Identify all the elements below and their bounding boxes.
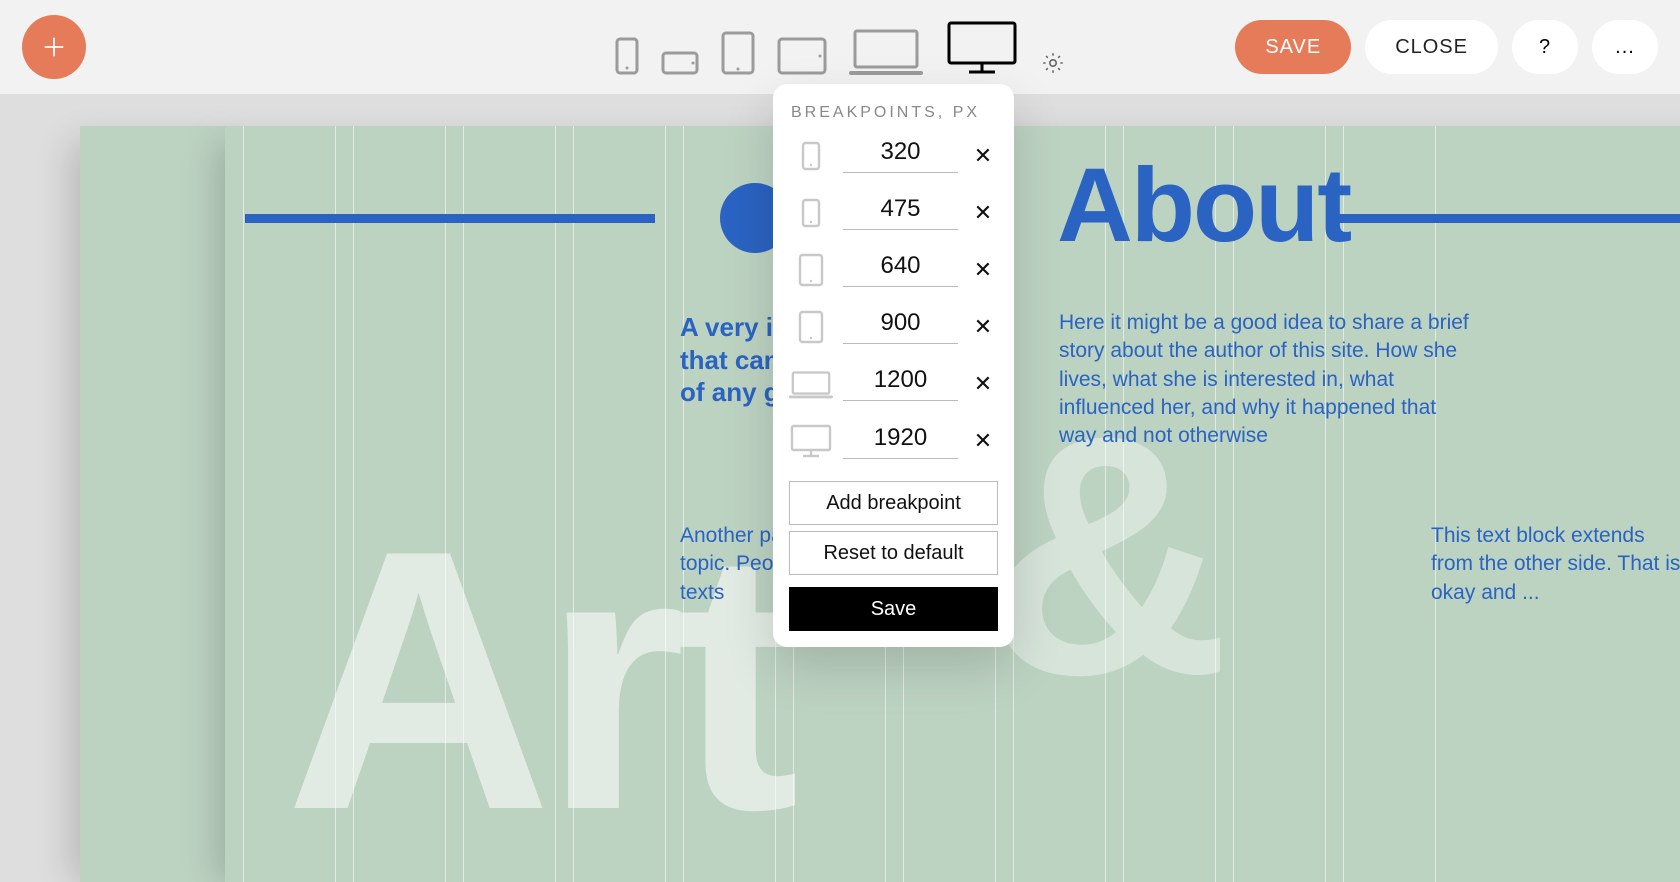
reset-breakpoints-button[interactable]: Reset to default — [789, 531, 998, 575]
paragraph-right[interactable]: This text block extends from the other s… — [1431, 522, 1680, 607]
help-button[interactable]: ? — [1512, 20, 1578, 74]
delete-breakpoint-button[interactable]: ✕ — [968, 428, 998, 454]
breakpoint-value-input[interactable] — [843, 195, 958, 230]
breakpoint-row: ✕ — [789, 138, 998, 173]
story-text[interactable]: Here it might be a good idea to share a … — [1059, 309, 1479, 451]
close-button[interactable]: CLOSE — [1365, 20, 1498, 74]
delete-breakpoint-button[interactable]: ✕ — [968, 371, 998, 397]
breakpoints-panel: BREAKPOINTS, PX ✕ ✕ ✕ ✕ ✕ ✕ Add breakpoint Re… — [773, 84, 1014, 647]
breakpoint-row: ✕ — [789, 366, 998, 401]
phone-portrait-icon — [789, 198, 833, 228]
breakpoint-row: ✕ — [789, 423, 998, 459]
laptop-icon — [789, 369, 833, 399]
device-tablet-portrait[interactable] — [721, 31, 755, 75]
add-breakpoint-button[interactable]: Add breakpoint — [789, 481, 998, 525]
breakpoint-row: ✕ — [789, 195, 998, 230]
breakpoint-row: ✕ — [789, 309, 998, 344]
device-desktop-active[interactable] — [945, 19, 1019, 75]
breakpoint-value-input[interactable] — [843, 309, 958, 344]
device-phone-landscape[interactable] — [661, 51, 699, 75]
about-heading[interactable]: About — [1057, 146, 1350, 266]
device-switcher — [615, 19, 1065, 75]
add-button[interactable] — [22, 15, 86, 79]
breakpoint-value-input[interactable] — [843, 138, 958, 173]
plus-icon — [40, 33, 68, 61]
save-breakpoints-button[interactable]: Save — [789, 587, 998, 631]
desktop-icon — [789, 423, 833, 459]
divider-line-right — [1336, 214, 1680, 223]
toolbar: SAVE CLOSE ? ... — [0, 0, 1680, 94]
device-tablet-landscape[interactable] — [777, 37, 827, 75]
delete-breakpoint-button[interactable]: ✕ — [968, 257, 998, 283]
delete-breakpoint-button[interactable]: ✕ — [968, 143, 998, 169]
divider-line-left — [245, 214, 655, 223]
tablet-portrait-icon — [789, 310, 833, 344]
device-phone-portrait[interactable] — [615, 37, 639, 75]
gear-icon — [1041, 51, 1065, 75]
save-button[interactable]: SAVE — [1235, 20, 1351, 74]
delete-breakpoint-button[interactable]: ✕ — [968, 314, 998, 340]
breakpoints-list: ✕ ✕ ✕ ✕ ✕ ✕ — [789, 138, 998, 459]
breakpoint-row: ✕ — [789, 252, 998, 287]
phone-portrait-icon — [789, 141, 833, 171]
breakpoint-value-input[interactable] — [843, 366, 958, 401]
toolbar-right: SAVE CLOSE ? ... — [1235, 20, 1658, 74]
more-button[interactable]: ... — [1592, 20, 1658, 74]
breakpoints-panel-title: BREAKPOINTS, PX — [789, 104, 998, 122]
breakpoint-value-input[interactable] — [843, 252, 958, 287]
delete-breakpoint-button[interactable]: ✕ — [968, 200, 998, 226]
device-laptop[interactable] — [849, 27, 923, 75]
breakpoints-settings-button[interactable] — [1041, 51, 1065, 75]
breakpoint-value-input[interactable] — [843, 424, 958, 459]
tablet-portrait-icon — [789, 253, 833, 287]
